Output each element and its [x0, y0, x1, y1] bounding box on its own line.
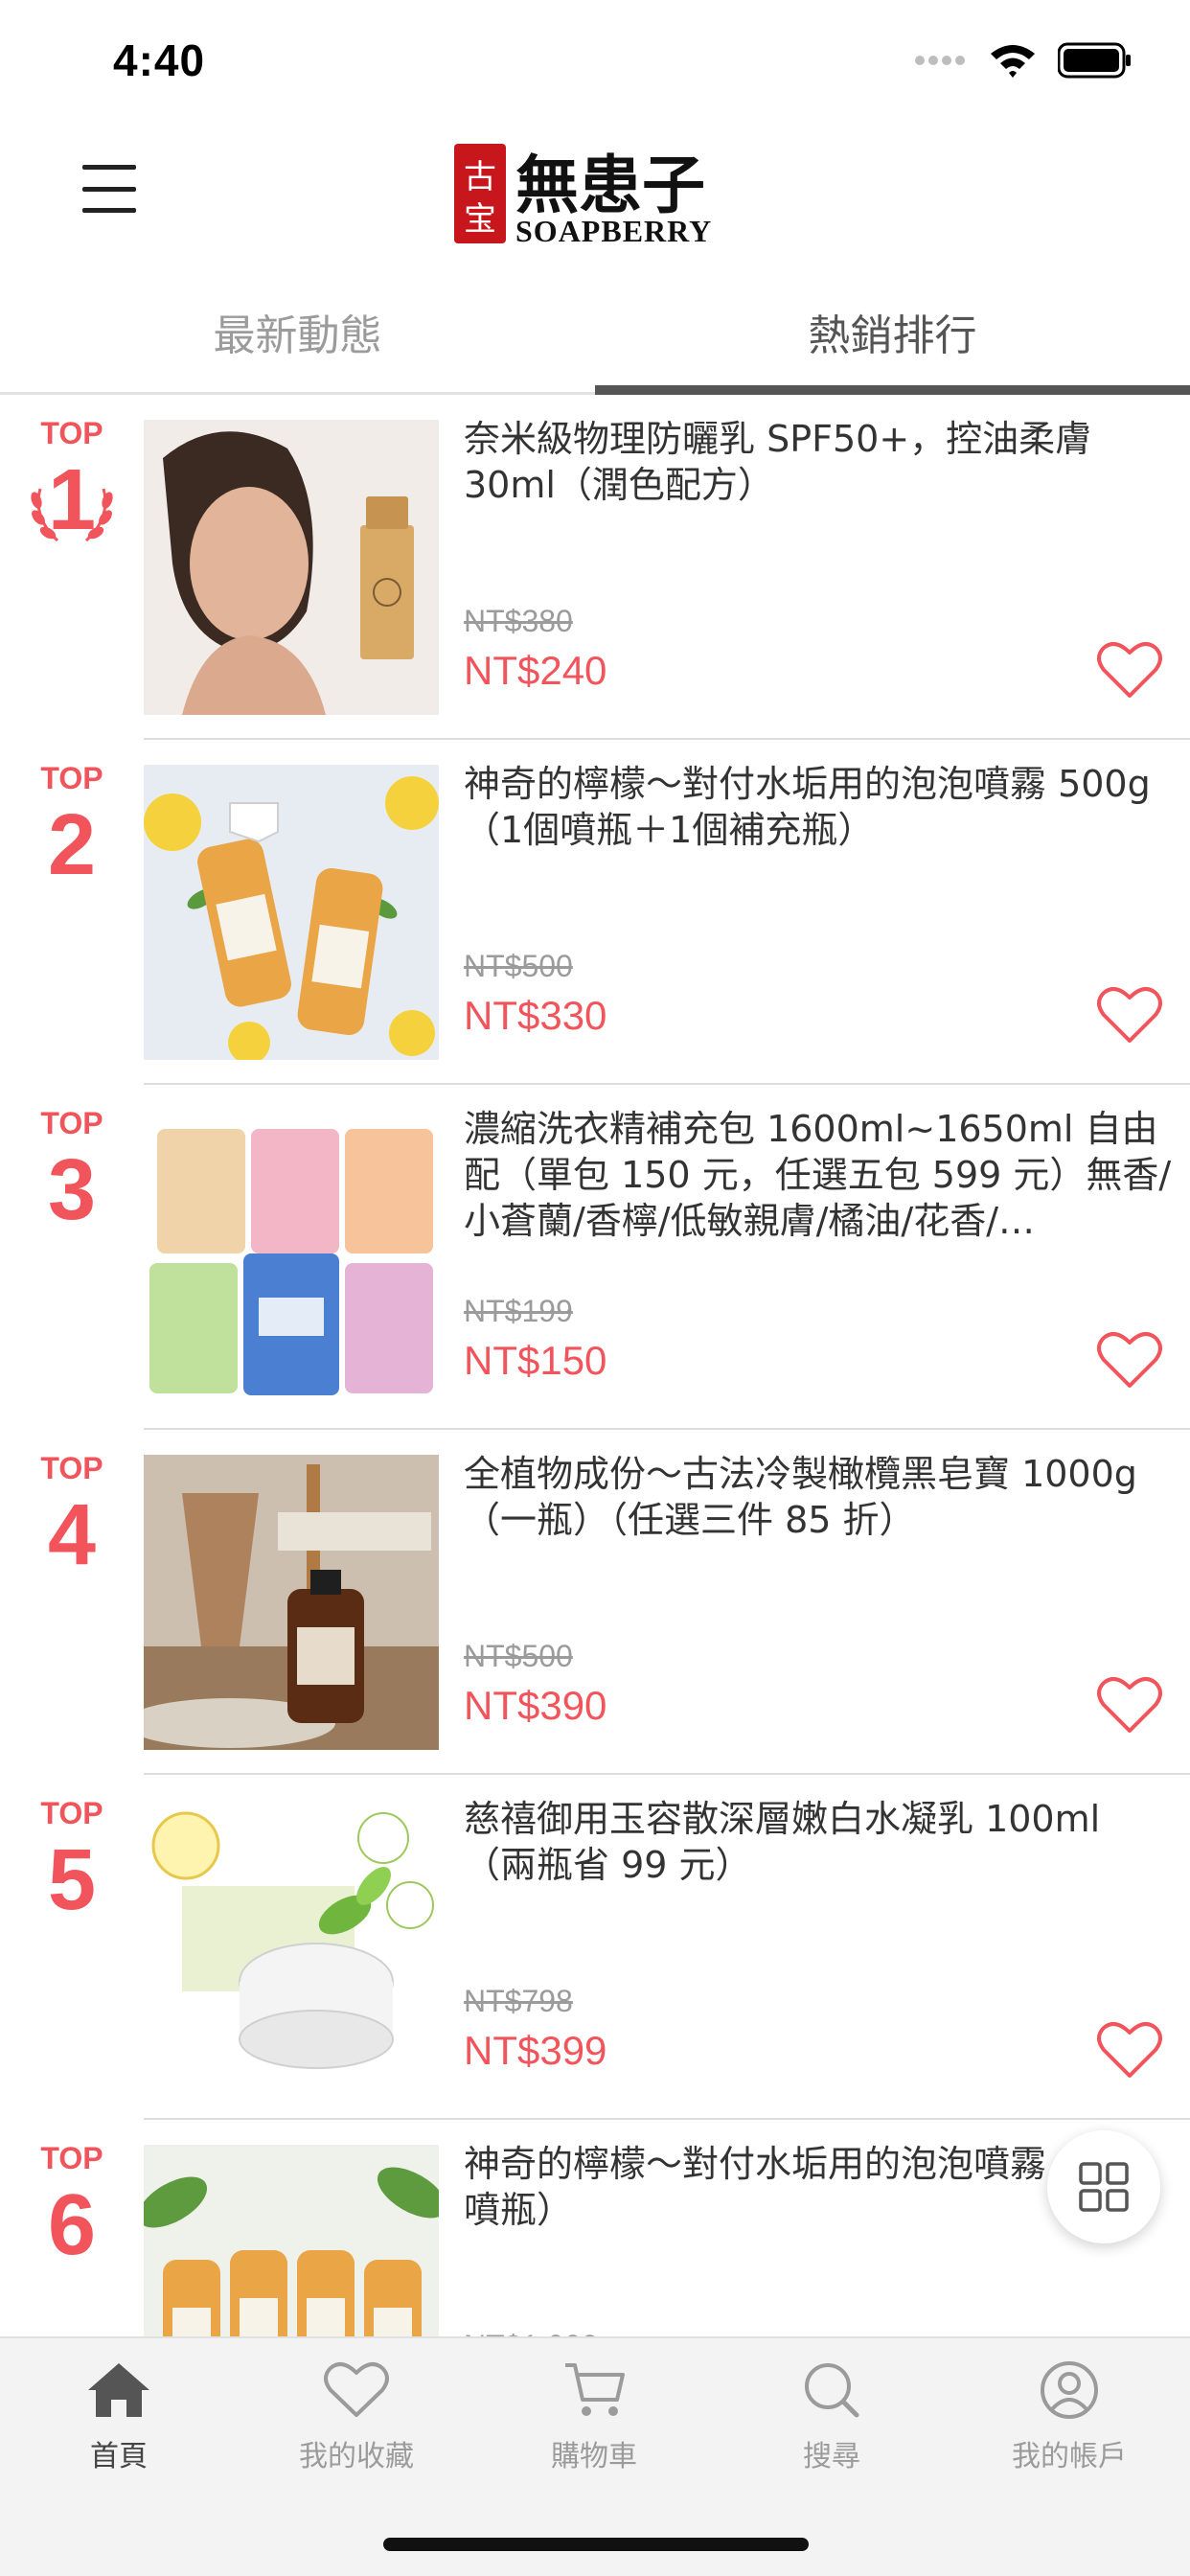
- battery-icon: [1058, 42, 1131, 79]
- signal-icon: [915, 56, 965, 65]
- heart-icon: [324, 2362, 389, 2417]
- product-title[interactable]: 神奇的檸檬～對付水垢用的泡泡噴霧 500g（1個噴瓶＋1個補充瓶）: [464, 761, 1173, 853]
- rank-badge: TOP 1: [19, 416, 125, 543]
- status-time: 4:40: [113, 35, 206, 85]
- nav-favorites-label: 我的收藏: [299, 2440, 414, 2473]
- favorite-heart-icon[interactable]: [1096, 1328, 1163, 1390]
- rank-number: 3: [47, 1142, 97, 1238]
- rank-badge: TOP 2: [19, 761, 125, 888]
- original-price: NT$798: [464, 1984, 573, 2018]
- nav-cart[interactable]: 購物車: [475, 2359, 713, 2503]
- svg-text:宝: 宝: [464, 200, 496, 239]
- status-icons: [914, 42, 1133, 79]
- nav-favorites[interactable]: 我的收藏: [238, 2359, 475, 2503]
- nav-account-label: 我的帳戶: [1012, 2440, 1127, 2473]
- product-row[interactable]: TOP 2 神奇的檸檬～對付水垢用的泡泡噴霧 500g（1個噴瓶＋1個補充瓶） …: [0, 740, 1190, 1085]
- sale-price: NT$330: [464, 993, 607, 1038]
- product-row[interactable]: TOP 5 慈禧御用玉容散深層嫩白水凝乳 100ml（兩瓶省 99 元） NT$…: [0, 1775, 1190, 2120]
- soapberry-logo: 古 宝 無患子 SOAPBERRY: [454, 138, 742, 249]
- favorite-heart-icon[interactable]: [1096, 638, 1163, 700]
- nav-cart-label: 購物車: [551, 2440, 637, 2473]
- wifi-icon: [991, 45, 1035, 78]
- original-price: NT$500: [464, 1639, 573, 1673]
- rank-top-label: TOP: [40, 1106, 103, 1140]
- nav-search-label: 搜尋: [803, 2440, 860, 2473]
- favorite-heart-icon[interactable]: [1096, 983, 1163, 1045]
- rank-top-label: TOP: [40, 2141, 103, 2175]
- product-image[interactable]: [144, 1110, 439, 1405]
- search-icon: [805, 2363, 859, 2418]
- nav-home[interactable]: 首頁: [0, 2359, 238, 2503]
- grid-view-button[interactable]: [1047, 2130, 1160, 2243]
- rank-badge: TOP 5: [19, 1796, 125, 1923]
- nav-search[interactable]: 搜尋: [713, 2359, 950, 2503]
- rank-badge: TOP 3: [19, 1106, 125, 1233]
- product-title[interactable]: 全植物成份～古法冷製橄欖黑皂寶 1000g（一瓶）（任選三件 85 折）: [464, 1451, 1173, 1543]
- product-image[interactable]: [144, 1800, 439, 2095]
- product-row[interactable]: TOP 1 奈米級物理防曬乳 SPF50+，控油柔膚 30ml（潤色配方） NT…: [0, 395, 1190, 740]
- nav-account[interactable]: 我的帳戶: [950, 2359, 1188, 2503]
- product-row[interactable]: TOP 4 全植物成份～古法冷製橄欖黑皂寶 1000g（一瓶）（任選三件 85 …: [0, 1430, 1190, 1775]
- favorite-heart-icon[interactable]: [1096, 2018, 1163, 2080]
- nav-home-label: 首頁: [90, 2440, 148, 2473]
- tab-bar: 最新動態 熱銷排行: [0, 268, 1190, 395]
- rank-number: 6: [47, 2177, 97, 2273]
- sale-price: NT$390: [464, 1683, 607, 1728]
- product-title[interactable]: 奈米級物理防曬乳 SPF50+，控油柔膚 30ml（潤色配方）: [464, 416, 1173, 508]
- home-icon: [88, 2363, 149, 2417]
- cart-icon: [565, 2363, 625, 2416]
- original-price: NT$199: [464, 1294, 573, 1328]
- svg-text:古: 古: [464, 158, 496, 196]
- status-bar: 4:40: [0, 0, 1190, 125]
- rank-badge: TOP 4: [19, 1451, 125, 1578]
- original-price: NT$380: [464, 604, 573, 638]
- account-icon: [1041, 2361, 1098, 2419]
- rank-top-label: TOP: [40, 1796, 103, 1830]
- grid-icon: [1079, 2162, 1129, 2212]
- sale-price: NT$150: [464, 1338, 607, 1383]
- product-image[interactable]: [144, 765, 439, 1060]
- svg-text:無患子: 無患子: [515, 148, 705, 222]
- tab-latest-news[interactable]: 最新動態: [0, 268, 595, 395]
- svg-text:SOAPBERRY: SOAPBERRY: [515, 214, 712, 248]
- rank-number: 2: [47, 797, 97, 893]
- rank-number: 5: [47, 1832, 97, 1928]
- app-header: 古 宝 無患子 SOAPBERRY: [0, 125, 1190, 268]
- sale-price: NT$240: [464, 648, 607, 693]
- tab-best-sellers[interactable]: 熱銷排行: [595, 268, 1190, 395]
- favorite-heart-icon[interactable]: [1096, 1673, 1163, 1735]
- product-title[interactable]: 慈禧御用玉容散深層嫩白水凝乳 100ml（兩瓶省 99 元）: [464, 1796, 1173, 1888]
- rank-top-label: TOP: [40, 1451, 103, 1485]
- rank-badge: TOP 6: [19, 2141, 125, 2268]
- product-image[interactable]: [144, 420, 439, 715]
- rank-top-label: TOP: [40, 416, 103, 450]
- home-indicator: [383, 2538, 809, 2551]
- laurel-wreath-icon: [31, 488, 113, 542]
- rank-number: 4: [47, 1487, 97, 1583]
- original-price: NT$500: [464, 949, 573, 983]
- active-tab-indicator: [595, 385, 1190, 395]
- sale-price: NT$399: [464, 2028, 607, 2073]
- rank-top-label: TOP: [40, 761, 103, 795]
- product-image[interactable]: [144, 1455, 439, 1750]
- hamburger-menu-icon[interactable]: [82, 165, 136, 213]
- product-row[interactable]: TOP 3 濃縮洗衣精補充包 1600ml~1650ml 自由配（單包 150 …: [0, 1085, 1190, 1430]
- product-title[interactable]: 濃縮洗衣精補充包 1600ml~1650ml 自由配（單包 150 元，任選五包…: [464, 1106, 1173, 1244]
